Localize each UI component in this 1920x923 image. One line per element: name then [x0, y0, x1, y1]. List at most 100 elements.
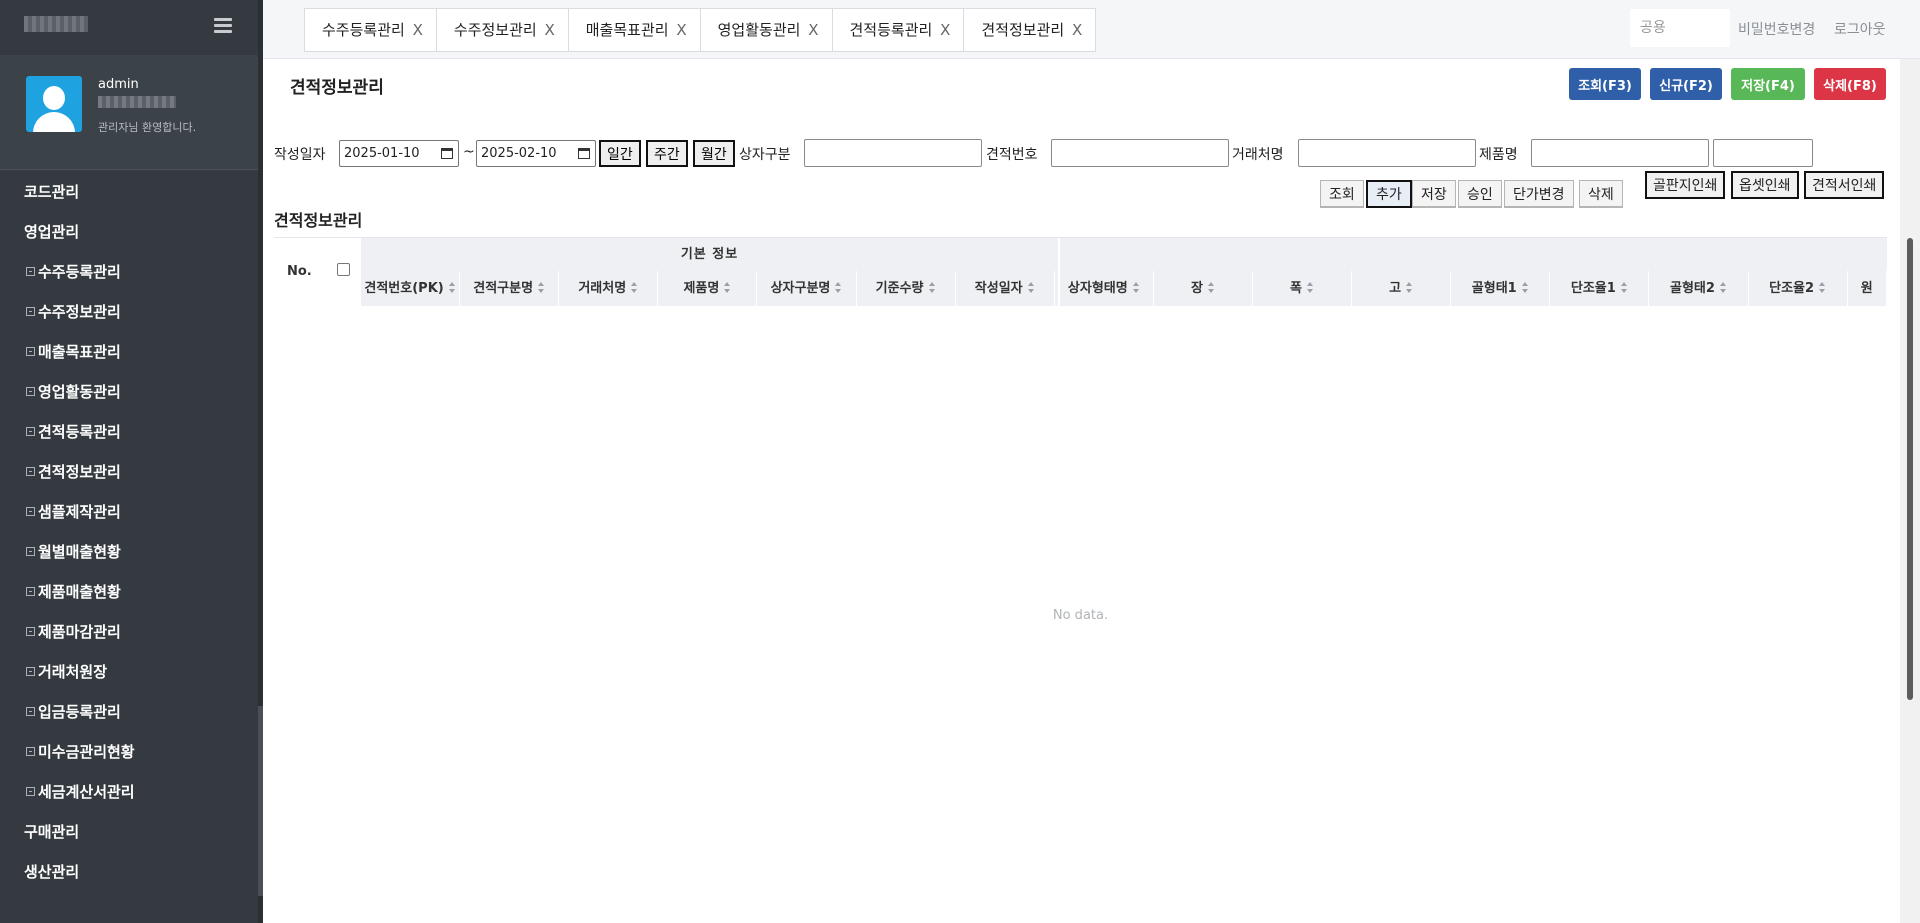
- grid-search-button[interactable]: 조회: [1320, 180, 1364, 208]
- column-header-label: 고: [1389, 281, 1402, 296]
- sidebar-item[interactable]: 세금계산서관리: [0, 772, 258, 812]
- date-to-value: 2025-02-10: [481, 146, 557, 161]
- tab[interactable]: 견적등록관리 X: [831, 8, 964, 52]
- tab-close-icon[interactable]: X: [808, 21, 818, 39]
- sort-icon[interactable]: [1719, 282, 1727, 293]
- column-header[interactable]: 견적구분명: [460, 271, 560, 306]
- change-password-link[interactable]: 비밀번호변경: [1738, 19, 1815, 39]
- sidebar-item[interactable]: 영업활동관리: [0, 372, 258, 412]
- top-search-input[interactable]: [1630, 9, 1730, 47]
- sort-icon[interactable]: [1207, 282, 1215, 293]
- product-input[interactable]: [1531, 139, 1709, 167]
- date-from-input[interactable]: 2025-01-10: [339, 140, 459, 167]
- sidebar-item[interactable]: 미수금관리현황: [0, 732, 258, 772]
- column-header[interactable]: 단조율2: [1749, 271, 1848, 306]
- corrugated-print-button[interactable]: 골판지인쇄: [1645, 171, 1726, 199]
- sidebar-item[interactable]: 거래처원장: [0, 652, 258, 692]
- column-header[interactable]: 고: [1352, 271, 1452, 306]
- sort-icon[interactable]: [1819, 282, 1826, 293]
- calendar-icon[interactable]: [441, 148, 453, 159]
- sort-icon[interactable]: [1406, 282, 1413, 293]
- column-header[interactable]: 상자구분명: [757, 271, 857, 306]
- sidebar-item[interactable]: 월별매출현황: [0, 532, 258, 572]
- column-header[interactable]: 기준수량: [857, 271, 956, 306]
- tab-close-icon[interactable]: X: [413, 21, 423, 39]
- estimate-no-input[interactable]: [1051, 139, 1229, 167]
- sort-icon[interactable]: [1307, 282, 1314, 293]
- search-button[interactable]: 조회(F3): [1569, 68, 1641, 100]
- tab[interactable]: 수주등록관리 X: [304, 8, 436, 52]
- tab-close-icon[interactable]: X: [1072, 21, 1082, 39]
- column-header[interactable]: 폭: [1253, 271, 1353, 306]
- sidebar-header: [0, 0, 258, 55]
- tab[interactable]: 견적정보관리 X: [963, 8, 1097, 52]
- column-header[interactable]: 장: [1154, 271, 1253, 306]
- column-header[interactable]: 거래처명: [559, 271, 659, 306]
- sort-icon[interactable]: [538, 282, 545, 293]
- date-to-input[interactable]: 2025-02-10: [476, 140, 596, 167]
- column-header[interactable]: 단조율1: [1550, 271, 1650, 306]
- sort-icon[interactable]: [835, 282, 842, 293]
- tab-close-icon[interactable]: X: [544, 21, 554, 39]
- select-all-checkbox[interactable]: [337, 263, 350, 276]
- tab[interactable]: 매출목표관리 X: [567, 8, 700, 52]
- sort-icon[interactable]: [631, 282, 638, 293]
- save-button[interactable]: 저장(F4): [1731, 68, 1805, 100]
- sidebar-item[interactable]: 입금등록관리: [0, 692, 258, 732]
- sidebar-item[interactable]: 코드관리: [0, 172, 258, 212]
- grid-approve-button[interactable]: 승인: [1458, 180, 1502, 208]
- page-scrollbar-thumb[interactable]: [1907, 238, 1913, 700]
- new-button[interactable]: 신규(F2): [1650, 68, 1722, 100]
- offset-print-button[interactable]: 옵셋인쇄: [1731, 171, 1799, 199]
- sidebar-item[interactable]: 샘플제작관리: [0, 492, 258, 532]
- tab[interactable]: 영업활동관리 X: [699, 8, 832, 52]
- weekly-button[interactable]: 주간: [646, 140, 688, 167]
- tab-close-icon[interactable]: X: [676, 21, 686, 39]
- column-header[interactable]: 견적번호(PK): [361, 271, 461, 306]
- sort-icon[interactable]: [448, 282, 456, 293]
- submenu-icon: [26, 747, 35, 756]
- sort-icon[interactable]: [1132, 282, 1140, 293]
- delete-button[interactable]: 삭제(F8): [1814, 68, 1886, 100]
- sidebar-item[interactable]: 생산관리: [0, 852, 258, 892]
- sort-icon[interactable]: [1027, 282, 1035, 293]
- sort-icon[interactable]: [724, 282, 731, 293]
- sidebar-item[interactable]: 영업관리: [0, 212, 258, 252]
- menu-toggle-icon[interactable]: [214, 18, 232, 34]
- sidebar-item[interactable]: 견적등록관리: [0, 412, 258, 452]
- sort-icon[interactable]: [1620, 282, 1628, 293]
- column-header[interactable]: 골형태2: [1649, 271, 1749, 306]
- sidebar-item[interactable]: 제품매출현황: [0, 572, 258, 612]
- sidebar-item[interactable]: 제품마감관리: [0, 612, 258, 652]
- main-content: 견적정보관리 조회(F3) 신규(F2) 저장(F4) 삭제(F8) 작성일자 …: [263, 59, 1888, 923]
- sort-icon[interactable]: [928, 282, 936, 293]
- client-input[interactable]: [1298, 139, 1476, 167]
- tab-close-icon[interactable]: X: [940, 21, 950, 39]
- monthly-button[interactable]: 월간: [693, 140, 735, 167]
- grid-save-button[interactable]: 저장: [1412, 180, 1456, 208]
- column-header[interactable]: 제품명: [658, 271, 758, 306]
- tab[interactable]: 수주정보관리 X: [435, 8, 568, 52]
- column-header[interactable]: 원: [1848, 271, 1887, 306]
- submenu-icon: [26, 587, 35, 596]
- group-divider: [1058, 238, 1060, 306]
- sort-icon[interactable]: [1521, 282, 1529, 293]
- sidebar-item[interactable]: 수주등록관리: [0, 252, 258, 292]
- daily-button[interactable]: 일간: [599, 140, 641, 167]
- estimate-print-button[interactable]: 견적서인쇄: [1804, 171, 1885, 199]
- grid-price-change-button[interactable]: 단가변경: [1504, 180, 1574, 208]
- sidebar-item[interactable]: 견적정보관리: [0, 452, 258, 492]
- column-header[interactable]: 상자형태명: [1055, 271, 1154, 306]
- grid-add-button[interactable]: 추가: [1366, 180, 1412, 208]
- sidebar-item-label: 견적등록관리: [38, 423, 121, 441]
- sidebar-item[interactable]: 매출목표관리: [0, 332, 258, 372]
- logout-link[interactable]: 로그아웃: [1834, 19, 1886, 39]
- sidebar-item[interactable]: 구매관리: [0, 812, 258, 852]
- grid-delete-button[interactable]: 삭제: [1579, 180, 1623, 208]
- column-header[interactable]: 골형태1: [1451, 271, 1551, 306]
- calendar-icon[interactable]: [578, 148, 590, 159]
- box-type-input[interactable]: [804, 139, 982, 167]
- product-extra-input[interactable]: [1713, 139, 1813, 167]
- column-header[interactable]: 작성일자: [956, 271, 1055, 306]
- sidebar-item[interactable]: 수주정보관리: [0, 292, 258, 332]
